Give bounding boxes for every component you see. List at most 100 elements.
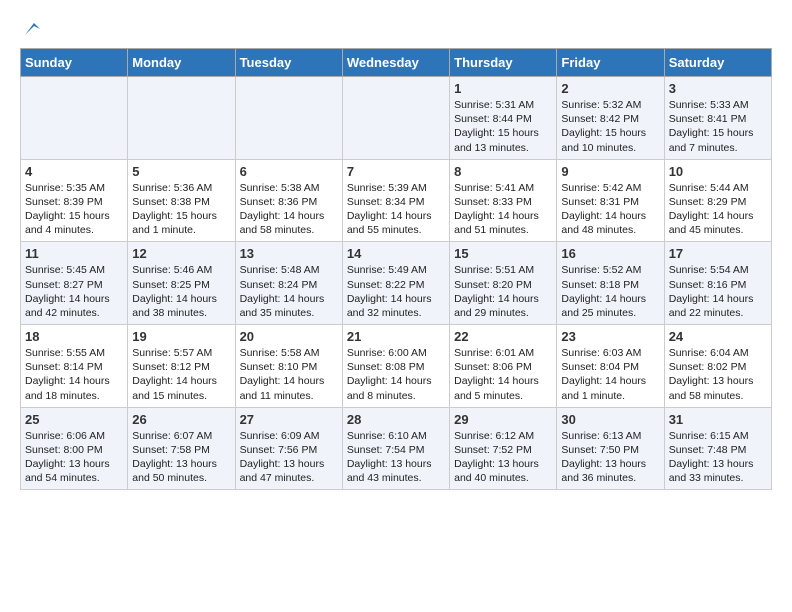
page-header [20,20,772,38]
calendar-cell: 21Sunrise: 6:00 AM Sunset: 8:08 PM Dayli… [342,325,449,408]
calendar-cell: 2 Sunrise: 5:32 AM Sunset: 8:42 PM Daylig… [557,77,664,160]
day-info: Sunrise: 6:10 AM Sunset: 7:54 PM Dayligh… [347,429,445,486]
day-info: Sunrise: 5:49 AM Sunset: 8:22 PM Dayligh… [347,263,445,320]
col-header-wednesday: Wednesday [342,49,449,77]
day-info: Sunrise: 5:42 AM Sunset: 8:31 PM Dayligh… [561,181,659,238]
calendar-cell: 15 Sunrise: 5:51 AM Sunset: 8:20 PM Dayli… [450,242,557,325]
calendar-cell: 24 Sunrise: 6:04 AM Sunset: 8:02 PM Dayli… [664,325,771,408]
calendar-cell: 16 Sunrise: 5:52 AM Sunset: 8:18 PM Dayli… [557,242,664,325]
calendar-cell: 26 Sunrise: 6:07 AM Sunset: 7:58 PM Dayli… [128,407,235,490]
calendar-cell: 11 Sunrise: 5:45 AM Sunset: 8:27 PM Dayli… [21,242,128,325]
day-info: Sunrise: 5:32 AM Sunset: 8:42 PM Dayligh… [561,98,659,155]
calendar-cell: 6 Sunrise: 5:38 AM Sunset: 8:36 PM Daylig… [235,159,342,242]
logo [20,20,40,38]
day-number: 16 [561,246,659,261]
calendar-cell: 30 Sunrise: 6:13 AM Sunset: 7:50 PM Dayli… [557,407,664,490]
calendar-cell: 31 Sunrise: 6:15 AM Sunset: 7:48 PM Dayli… [664,407,771,490]
day-number: 2 [561,81,659,96]
day-number: 5 [132,164,230,179]
day-number: 6 [240,164,338,179]
calendar-cell: 17 Sunrise: 5:54 AM Sunset: 8:16 PM Dayli… [664,242,771,325]
day-number: 14 [347,246,445,261]
col-header-tuesday: Tuesday [235,49,342,77]
day-info: Sunrise: 6:06 AM Sunset: 8:00 PM Dayligh… [25,429,123,486]
week-row-4: 18 Sunrise: 5:55 AM Sunset: 8:14 PM Dayli… [21,325,772,408]
day-info: Sunrise: 5:39 AM Sunset: 8:34 PM Dayligh… [347,181,445,238]
col-header-monday: Monday [128,49,235,77]
day-info: Sunrise: 5:41 AM Sunset: 8:33 PM Dayligh… [454,181,552,238]
calendar-cell [235,77,342,160]
day-number: 26 [132,412,230,427]
calendar-cell: 18 Sunrise: 5:55 AM Sunset: 8:14 PM Dayli… [21,325,128,408]
day-number: 17 [669,246,767,261]
day-info: Sunrise: 5:35 AM Sunset: 8:39 PM Dayligh… [25,181,123,238]
calendar-cell: 28 Sunrise: 6:10 AM Sunset: 7:54 PM Dayli… [342,407,449,490]
day-info: Sunrise: 6:07 AM Sunset: 7:58 PM Dayligh… [132,429,230,486]
day-info: Sunrise: 6:01 AM Sunset: 8:06 PM Dayligh… [454,346,552,403]
day-info: Sunrise: 5:46 AM Sunset: 8:25 PM Dayligh… [132,263,230,320]
day-info: Sunrise: 6:13 AM Sunset: 7:50 PM Dayligh… [561,429,659,486]
calendar-table: SundayMondayTuesdayWednesdayThursdayFrid… [20,48,772,490]
day-info: Sunrise: 5:38 AM Sunset: 8:36 PM Dayligh… [240,181,338,238]
calendar-cell: 1 Sunrise: 5:31 AM Sunset: 8:44 PM Daylig… [450,77,557,160]
day-info: Sunrise: 6:12 AM Sunset: 7:52 PM Dayligh… [454,429,552,486]
day-number: 19 [132,329,230,344]
calendar-cell: 23Sunrise: 6:03 AM Sunset: 8:04 PM Dayli… [557,325,664,408]
day-number: 25 [25,412,123,427]
day-info: Sunrise: 5:44 AM Sunset: 8:29 PM Dayligh… [669,181,767,238]
day-number: 13 [240,246,338,261]
day-number: 21 [347,329,445,344]
day-info: Sunrise: 6:04 AM Sunset: 8:02 PM Dayligh… [669,346,767,403]
calendar-cell: 12 Sunrise: 5:46 AM Sunset: 8:25 PM Dayli… [128,242,235,325]
day-info: Sunrise: 6:15 AM Sunset: 7:48 PM Dayligh… [669,429,767,486]
calendar-cell [21,77,128,160]
header-row: SundayMondayTuesdayWednesdayThursdayFrid… [21,49,772,77]
week-row-3: 11 Sunrise: 5:45 AM Sunset: 8:27 PM Dayli… [21,242,772,325]
day-number: 23 [561,329,659,344]
calendar-cell: 9Sunrise: 5:42 AM Sunset: 8:31 PM Daylig… [557,159,664,242]
calendar-cell: 5 Sunrise: 5:36 AM Sunset: 8:38 PM Daylig… [128,159,235,242]
day-info: Sunrise: 5:55 AM Sunset: 8:14 PM Dayligh… [25,346,123,403]
calendar-cell: 10Sunrise: 5:44 AM Sunset: 8:29 PM Dayli… [664,159,771,242]
calendar-cell: 29 Sunrise: 6:12 AM Sunset: 7:52 PM Dayli… [450,407,557,490]
calendar-cell: 27 Sunrise: 6:09 AM Sunset: 7:56 PM Dayli… [235,407,342,490]
day-number: 30 [561,412,659,427]
day-number: 29 [454,412,552,427]
day-number: 15 [454,246,552,261]
col-header-thursday: Thursday [450,49,557,77]
day-number: 22 [454,329,552,344]
calendar-cell: 22 Sunrise: 6:01 AM Sunset: 8:06 PM Dayli… [450,325,557,408]
day-number: 18 [25,329,123,344]
day-info: Sunrise: 5:51 AM Sunset: 8:20 PM Dayligh… [454,263,552,320]
calendar-cell: 4 Sunrise: 5:35 AM Sunset: 8:39 PM Daylig… [21,159,128,242]
col-header-saturday: Saturday [664,49,771,77]
day-number: 31 [669,412,767,427]
day-info: Sunrise: 5:54 AM Sunset: 8:16 PM Dayligh… [669,263,767,320]
day-info: Sunrise: 5:48 AM Sunset: 8:24 PM Dayligh… [240,263,338,320]
calendar-cell: 14 Sunrise: 5:49 AM Sunset: 8:22 PM Dayli… [342,242,449,325]
day-number: 11 [25,246,123,261]
day-info: Sunrise: 5:58 AM Sunset: 8:10 PM Dayligh… [240,346,338,403]
day-info: Sunrise: 6:09 AM Sunset: 7:56 PM Dayligh… [240,429,338,486]
day-number: 28 [347,412,445,427]
calendar-cell: 20Sunrise: 5:58 AM Sunset: 8:10 PM Dayli… [235,325,342,408]
day-info: Sunrise: 5:45 AM Sunset: 8:27 PM Dayligh… [25,263,123,320]
day-number: 4 [25,164,123,179]
day-number: 1 [454,81,552,96]
day-number: 24 [669,329,767,344]
day-info: Sunrise: 5:31 AM Sunset: 8:44 PM Dayligh… [454,98,552,155]
calendar-cell: 13 Sunrise: 5:48 AM Sunset: 8:24 PM Dayli… [235,242,342,325]
calendar-cell: 3 Sunrise: 5:33 AM Sunset: 8:41 PM Daylig… [664,77,771,160]
calendar-cell: 19Sunrise: 5:57 AM Sunset: 8:12 PM Dayli… [128,325,235,408]
day-info: Sunrise: 5:33 AM Sunset: 8:41 PM Dayligh… [669,98,767,155]
day-number: 3 [669,81,767,96]
day-info: Sunrise: 5:52 AM Sunset: 8:18 PM Dayligh… [561,263,659,320]
calendar-cell: 25 Sunrise: 6:06 AM Sunset: 8:00 PM Dayli… [21,407,128,490]
calendar-cell [342,77,449,160]
day-number: 8 [454,164,552,179]
day-info: Sunrise: 5:36 AM Sunset: 8:38 PM Dayligh… [132,181,230,238]
week-row-5: 25 Sunrise: 6:06 AM Sunset: 8:00 PM Dayli… [21,407,772,490]
day-number: 12 [132,246,230,261]
day-number: 27 [240,412,338,427]
calendar-cell [128,77,235,160]
